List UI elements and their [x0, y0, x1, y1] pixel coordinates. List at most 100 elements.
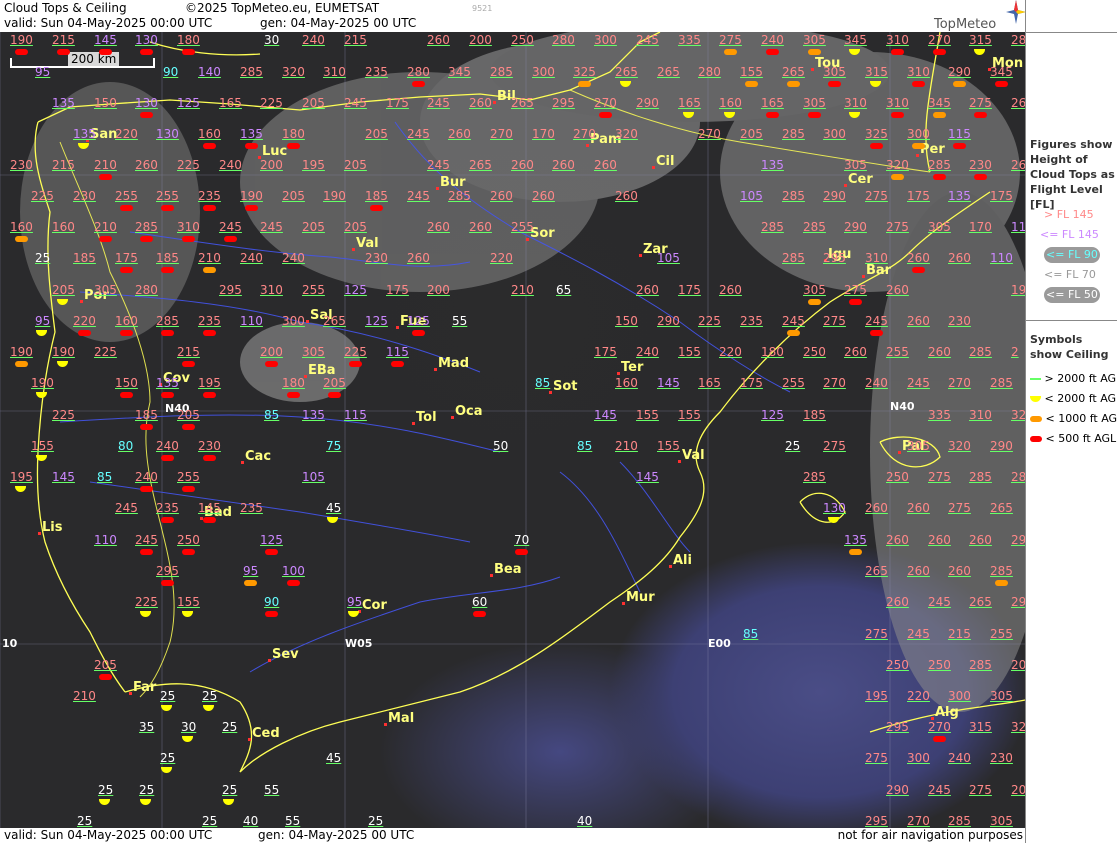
cloud-top-value: 155 — [740, 65, 763, 79]
cloud-top-value: 175 — [386, 96, 409, 110]
cloud-top-value: 300 — [948, 689, 971, 703]
cloud-top-value: 105 — [657, 251, 680, 265]
cloud-top-value: 245 — [427, 96, 450, 110]
cloud-top-value: 280 — [552, 33, 575, 47]
ceiling-symbol-red — [139, 424, 153, 430]
ceiling-symbol-red — [119, 330, 133, 336]
cloud-top-value: 245 — [407, 127, 430, 141]
cloud-top-value: 175 — [386, 283, 409, 297]
ceiling-symbol-red — [411, 330, 425, 336]
cloud-top-value: 265 — [969, 595, 992, 609]
cloud-top-value: 230 — [365, 251, 388, 265]
cloud-top-value: 245 — [219, 220, 242, 234]
cloud-top-value: 260 — [427, 33, 450, 47]
ceiling-symbol-red — [598, 112, 612, 118]
location-label: Mal — [388, 711, 415, 726]
ceiling-symbol-red — [98, 236, 112, 242]
satellite-map[interactable]: 200 km N40 N40 W05 E00 10 Bil San Luc Pam Cil Bur… — [0, 32, 1025, 828]
ceiling-symbol-red — [119, 392, 133, 398]
cloud-top-value: 29 — [1011, 595, 1025, 609]
ceiling-symbol-orange — [911, 143, 925, 149]
cloud-top-value: 225 — [260, 96, 283, 110]
ceiling-symbol-red — [369, 205, 383, 211]
cloud-top-value: 28 — [1011, 470, 1025, 484]
location-label: Cac — [245, 449, 272, 464]
cloud-top-value: 285 — [990, 376, 1013, 390]
cloud-top-value: 25 — [222, 783, 238, 797]
cloud-top-value: 235 — [198, 314, 221, 328]
cloud-top-value: 275 — [865, 751, 888, 765]
ceiling-symbol-red — [390, 361, 404, 367]
valid-time: valid: Sun 04-May-2025 00:00 UTC — [4, 16, 213, 30]
ceiling-symbol-red — [244, 143, 258, 149]
cloud-top-value: 165 — [219, 96, 242, 110]
cloud-top-value: 155 — [31, 439, 54, 453]
legend-fl-le90: <= FL 90 — [1044, 247, 1100, 263]
cloud-top-value: 285 — [803, 470, 826, 484]
cloud-top-value: 180 — [177, 33, 200, 47]
location-label: Lis — [42, 520, 63, 535]
ceiling-symbol-red — [160, 330, 174, 336]
cloud-top-value: 295 — [823, 251, 846, 265]
cloud-top-value: 185 — [135, 408, 158, 422]
cloud-top-value: 130 — [135, 33, 158, 47]
location-label: Cor — [362, 598, 387, 613]
cloud-top-value: 85 — [264, 408, 280, 422]
ceiling-symbol-orange — [807, 49, 821, 55]
cloud-top-value: 40 — [577, 814, 593, 828]
cloud-top-value: 325 — [573, 65, 596, 79]
cloud-top-value: 285 — [948, 814, 971, 828]
cloud-top-value: 305 — [823, 65, 846, 79]
chart-footer: valid: Sun 04-May-2025 00:00 UTC gen: 04… — [0, 828, 1025, 843]
location-dot — [248, 738, 251, 741]
cloud-top-value: 245 — [928, 783, 951, 797]
ceiling-symbol-red — [202, 143, 216, 149]
cloud-top-value: 225 — [698, 314, 721, 328]
cloud-top-value: 95 — [243, 564, 259, 578]
cloud-top-value: 235 — [156, 501, 179, 515]
location-label: Cer — [848, 172, 873, 187]
cloud-top-value: 290 — [844, 220, 867, 234]
location-label: Bea — [494, 562, 522, 577]
cloud-top-value: 170 — [969, 220, 992, 234]
ceiling-symbol-red — [181, 236, 195, 242]
cloud-top-value: 210 — [511, 283, 534, 297]
location-label: Sot — [553, 379, 578, 394]
ceiling-symbol-red — [119, 267, 133, 273]
cloud-top-value: 50 — [493, 439, 509, 453]
cloud-top-value: 175 — [115, 251, 138, 265]
cloud-top-value: 310 — [886, 96, 909, 110]
cloud-top-value: 345 — [448, 65, 471, 79]
cloud-top-value: 190 — [52, 345, 75, 359]
cloud-top-value: 250 — [177, 533, 200, 547]
cloud-top-value: 270 — [573, 127, 596, 141]
cloud-top-value: 40 — [243, 814, 259, 828]
ceiling-symbol-orange — [994, 580, 1008, 586]
ceiling-symbol-red — [869, 143, 883, 149]
cloud-top-value: 205 — [177, 408, 200, 422]
cloud-top-value: 25 — [98, 783, 114, 797]
ceiling-symbol-orange — [786, 330, 800, 336]
cloud-top-value: 285 — [761, 220, 784, 234]
cloud-top-value: 125 — [761, 408, 784, 422]
cloud-top-value: 195 — [302, 158, 325, 172]
cloud-top-value: 235 — [740, 314, 763, 328]
cloud-top-value: 245 — [260, 220, 283, 234]
cloud-top-value: 190 — [323, 189, 346, 203]
cloud-top-value: 150 — [615, 314, 638, 328]
cloud-top-value: 270 — [948, 376, 971, 390]
grid-label: W05 — [345, 637, 373, 650]
ceiling-symbol-red — [286, 143, 300, 149]
ceiling-symbol-orange — [14, 361, 28, 367]
cloud-top-value: 245 — [907, 627, 930, 641]
cloud-top-value: 225 — [31, 189, 54, 203]
cloud-top-value: 25 — [77, 814, 93, 828]
cloud-top-value: 185 — [803, 408, 826, 422]
footer-valid-time: valid: Sun 04-May-2025 00:00 UTC — [4, 828, 213, 842]
ceiling-symbol-red — [244, 205, 258, 211]
cloud-top-value: 305 — [94, 283, 117, 297]
cloud-top-value: 280 — [407, 65, 430, 79]
ceiling-symbol-red — [411, 81, 425, 87]
ceiling-symbol-red — [77, 330, 91, 336]
cloud-top-value: 145 — [52, 470, 75, 484]
